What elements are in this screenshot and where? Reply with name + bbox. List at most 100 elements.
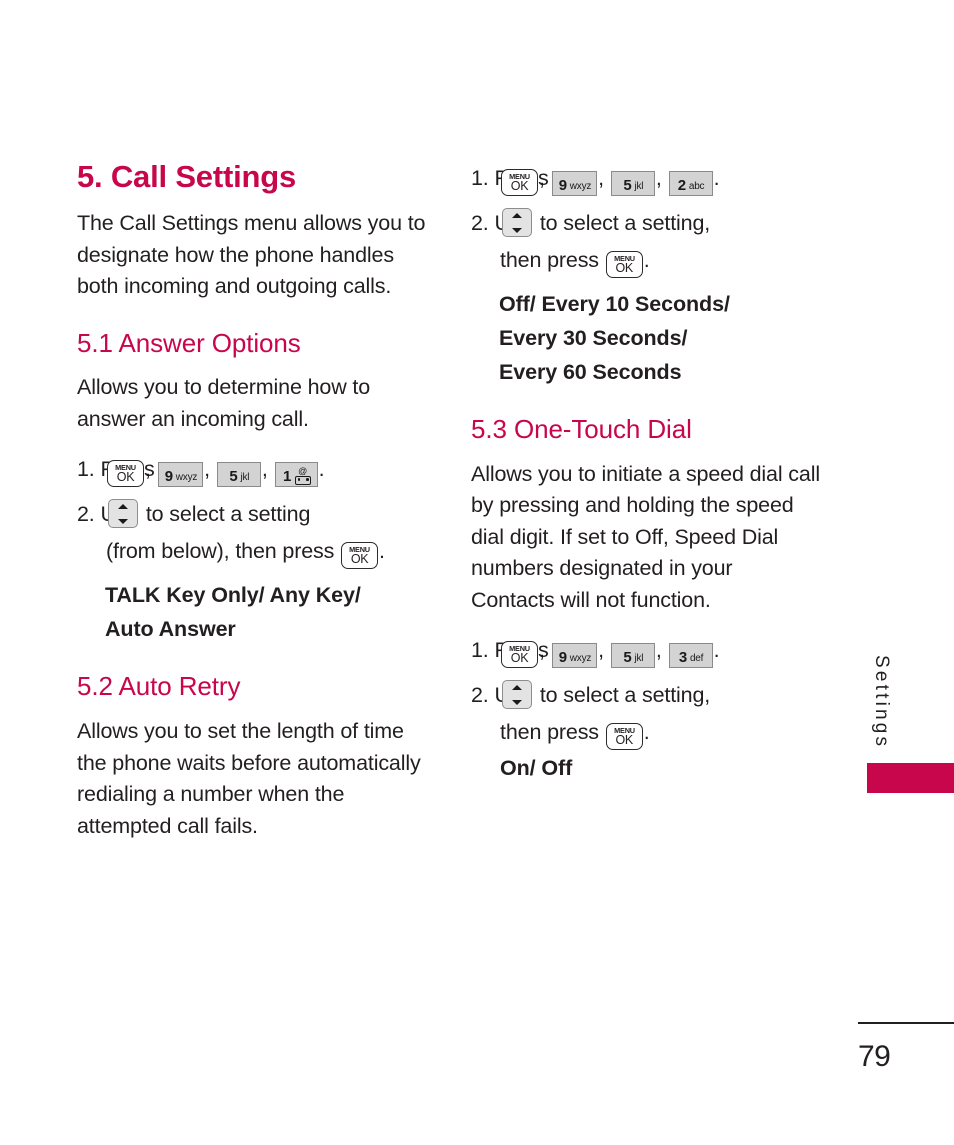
section-5-1-options: TALK Key Only/ Any Key/ Auto Answer — [105, 578, 427, 646]
section-heading-5-3: 5.3 One-Touch Dial — [471, 414, 692, 444]
separator-comma: , — [598, 166, 605, 190]
separator-comma: , — [655, 166, 662, 190]
menu-ok-key-bottom-label: OK — [615, 733, 634, 748]
chevron-up-icon — [512, 684, 522, 690]
step-text-line-2: then press MENU OK . — [500, 714, 821, 751]
menu-ok-key-top-label: MENU — [509, 171, 530, 181]
menu-ok-key-icon[interactable]: MENU OK — [501, 641, 538, 669]
section-5-3-options: On/ Off — [500, 756, 573, 781]
menu-ok-key-icon[interactable]: MENU OK — [107, 460, 144, 488]
section-5-1-step-2: 2. Use to select a setting (from below),… — [77, 496, 427, 570]
chapter-heading: 5. Call Settings — [77, 159, 297, 194]
keypad-5-digit: 5 — [623, 649, 632, 667]
section-5-1-step-1: 1. Press MENU OK , 9wxyz , 5jkl , 1@ . — [77, 451, 427, 488]
menu-ok-key-bottom-label: OK — [510, 651, 529, 666]
menu-ok-key-top-label: MENU — [349, 544, 370, 554]
separator-period: . — [643, 248, 650, 272]
keypad-5-letters: jkl — [634, 653, 644, 665]
voicemail-icon — [295, 475, 312, 485]
section-5-3-step-1: 1. Press MENU OK , 9wxyz , 5jkl , 3def . — [471, 632, 821, 669]
keypad-9-letters: wxyz — [569, 653, 592, 665]
section-5-2-step-2: 2. Use to select a setting, then press M… — [471, 205, 821, 279]
separator-comma: , — [261, 457, 268, 482]
separator-comma: , — [204, 457, 211, 482]
up-down-navigation-key-icon[interactable] — [108, 499, 138, 529]
side-tab-label: Settings — [871, 655, 892, 750]
chapter-intro-paragraph: The Call Settings menu allows you to des… — [77, 211, 426, 299]
step-text-line-2: (from below), then press MENU OK . — [106, 533, 427, 570]
step-text: to select a setting, — [539, 211, 711, 235]
keypad-3-icon[interactable]: 3 def — [668, 643, 713, 669]
side-tab-marker — [867, 763, 954, 793]
keypad-5-icon[interactable]: 5 jkl — [610, 643, 655, 669]
menu-ok-key-top-label: MENU — [115, 462, 136, 472]
keypad-9-icon[interactable]: 9 wxyz — [551, 643, 598, 669]
section-5-2-body: Allows you to set the length of time the… — [77, 719, 421, 838]
option-line: Every 60 Seconds — [499, 360, 682, 384]
separator-period: . — [643, 720, 650, 745]
keypad-2-digit: 2 — [677, 177, 686, 194]
menu-ok-key-bottom-label: OK — [116, 470, 135, 485]
page-number: 79 — [858, 1040, 891, 1073]
up-down-navigation-key-icon[interactable] — [502, 680, 532, 710]
menu-ok-key-bottom-label: OK — [350, 552, 369, 567]
keypad-9-icon[interactable]: 9 wxyz — [157, 462, 204, 488]
menu-ok-key-icon[interactable]: MENU OK — [341, 542, 379, 570]
option-line: Every 30 Seconds/ — [499, 326, 688, 350]
step-text: to select a setting, — [539, 683, 711, 708]
keypad-5-icon[interactable]: 5 jkl — [216, 462, 261, 488]
keypad-5-letters: jkl — [240, 472, 250, 484]
menu-ok-key-icon[interactable]: MENU OK — [501, 169, 538, 196]
keypad-9-digit: 9 — [558, 177, 567, 194]
chevron-up-icon — [512, 212, 522, 218]
step-text: to select a setting — [145, 502, 311, 527]
option-line: TALK Key Only/ Any Key/ — [105, 583, 361, 608]
option-line: Off/ Every 10 Seconds/ — [499, 292, 730, 316]
section-5-2-step-1: 1. Press MENU OK , 9wxyz , 5jkl , 2abc . — [471, 160, 821, 197]
at-symbol-icon: @ — [298, 466, 308, 477]
step-text-line-2-part: (from below), then press — [106, 539, 335, 564]
menu-ok-key-top-label: MENU — [509, 643, 530, 653]
up-down-navigation-key-icon[interactable] — [502, 208, 532, 237]
chevron-up-icon — [118, 503, 128, 509]
section-heading-5-2: 5.2 Auto Retry — [77, 671, 241, 702]
section-5-1-body: Allows you to determine how to answer an… — [77, 375, 371, 431]
separator-comma: , — [598, 638, 605, 663]
keypad-9-digit: 9 — [164, 468, 173, 486]
menu-ok-key-top-label: MENU — [613, 253, 635, 263]
keypad-9-letters: wxyz — [569, 181, 592, 192]
separator-period: . — [379, 539, 385, 564]
keypad-3-letters: def — [689, 653, 704, 665]
menu-ok-key-bottom-label: OK — [615, 261, 634, 275]
keypad-5-digit: 5 — [229, 468, 238, 486]
chevron-down-icon — [118, 518, 128, 524]
manual-page: 5. Call Settings The Call Settings menu … — [0, 0, 954, 1145]
left-column: 5. Call Settings The Call Settings menu … — [77, 159, 427, 858]
section-5-3-step-2: 2. Use to select a setting, then press M… — [471, 677, 821, 785]
keypad-5-icon[interactable]: 5 jkl — [610, 171, 655, 196]
chevron-down-icon — [512, 227, 522, 233]
section-5-2-options: Off/ Every 10 Seconds/ Every 30 Seconds/… — [499, 287, 821, 389]
chevron-down-icon — [512, 699, 522, 705]
keypad-5-letters: jkl — [634, 181, 644, 192]
keypad-9-icon[interactable]: 9 wxyz — [551, 171, 598, 196]
keypad-1-icon[interactable]: 1 @ — [274, 462, 318, 488]
section-5-3-body: Allows you to initiate a speed dial call… — [471, 461, 820, 612]
step-text-line-2: then press MENU OK . — [500, 242, 821, 279]
menu-ok-key-bottom-label: OK — [510, 179, 529, 193]
keypad-5-digit: 5 — [623, 177, 632, 194]
menu-ok-key-icon[interactable]: MENU OK — [605, 723, 643, 751]
step-text-line-2-part: then press — [500, 248, 599, 272]
footer-divider — [858, 1022, 954, 1025]
keypad-2-icon[interactable]: 2 abc — [668, 171, 713, 196]
keypad-3-digit: 3 — [678, 649, 687, 667]
section-heading-5-1: 5.1 Answer Options — [77, 327, 301, 358]
right-column: 1. Press MENU OK , 9wxyz , 5jkl , 2abc .… — [471, 160, 821, 793]
keypad-1-digit: 1 — [283, 468, 292, 486]
voicemail-at-glyph: @ — [295, 466, 312, 485]
step-text-line-2-part: then press — [500, 720, 599, 745]
separator-period: . — [713, 638, 720, 663]
menu-ok-key-icon[interactable]: MENU OK — [605, 251, 643, 278]
keypad-9-letters: wxyz — [175, 472, 198, 484]
menu-ok-key-top-label: MENU — [613, 725, 635, 735]
